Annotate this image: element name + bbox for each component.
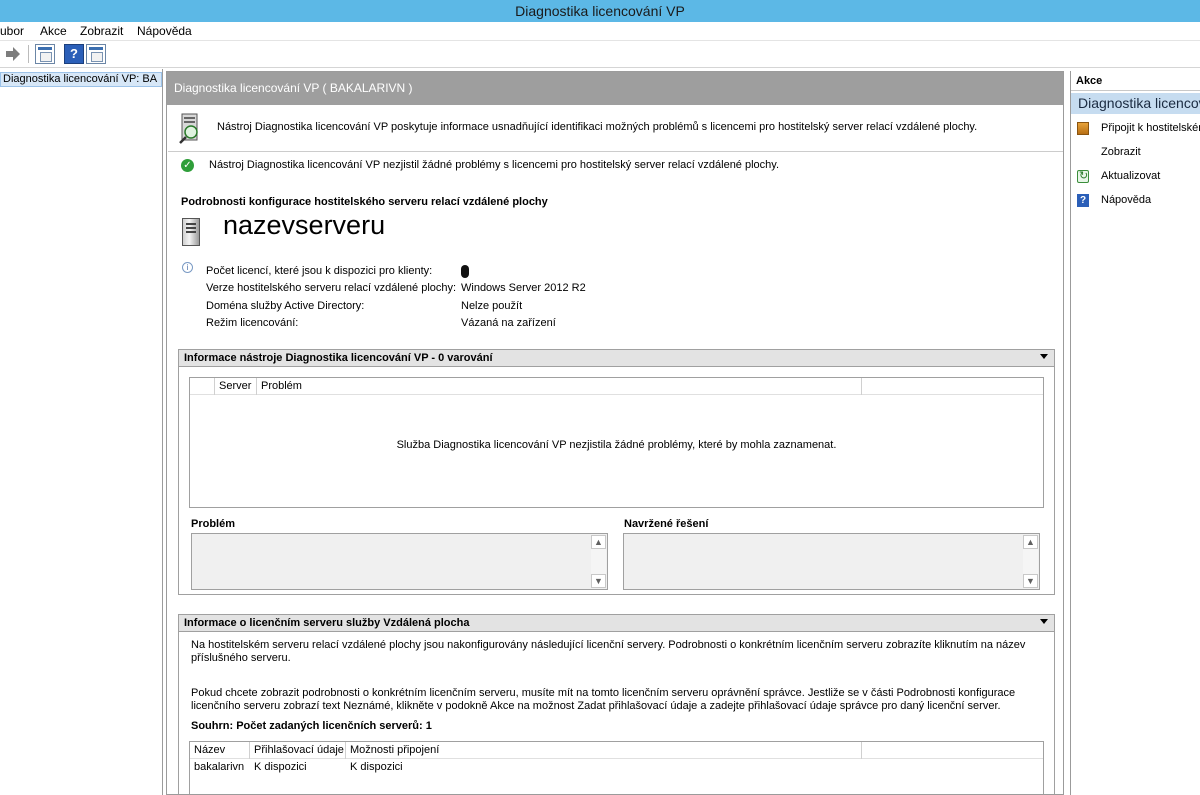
actions-pane: Akce Diagnostika licencování VP Připojit… — [1070, 71, 1200, 795]
row-name[interactable]: bakalarivn — [194, 761, 244, 773]
detail-label-domain: Doména služby Active Directory: — [206, 300, 365, 312]
help-icon: ? — [1077, 194, 1089, 207]
license-grid: Název Přihlašovací údaje Možnosti připoj… — [189, 741, 1044, 794]
server-icon — [182, 218, 200, 246]
help-icon[interactable]: ? — [64, 44, 84, 64]
row-credentials: K dispozici — [254, 761, 307, 773]
detail-value-version: Windows Server 2012 R2 — [461, 282, 586, 294]
grid-col-connection[interactable]: Možnosti připojení — [346, 742, 862, 759]
show-hide-console-tree-icon[interactable] — [35, 44, 55, 64]
table-row[interactable]: bakalarivn K dispozici K dispozici — [190, 761, 1043, 776]
actions-header: Akce — [1071, 71, 1200, 91]
license-section-header[interactable]: Informace o licenčním serveru služby Vzd… — [179, 615, 1054, 632]
action-connect[interactable]: Připojit k hostitelskému serveru — [1071, 118, 1200, 140]
grid-col-problem[interactable]: Problém — [257, 378, 862, 395]
grid-col-server[interactable]: Server — [215, 378, 257, 395]
detail-label-licenses: Počet licencí, které jsou k dispozici pr… — [206, 265, 433, 277]
license-grid-header: Název Přihlašovací údaje Možnosti připoj… — [190, 742, 1043, 759]
collapse-caret-icon[interactable] — [1040, 619, 1048, 624]
description-bar: Nástroj Diagnostika licencování VP posky… — [168, 108, 1063, 152]
menu-bar: ubor Akce Zobrazit Nápověda — [0, 22, 1200, 41]
action-refresh[interactable]: Aktualizovat — [1071, 166, 1200, 188]
description-text: Nástroj Diagnostika licencování VP posky… — [217, 121, 978, 133]
grid-col-name[interactable]: Název — [190, 742, 250, 759]
diagnostics-grid-header: Server Problém — [190, 378, 1043, 395]
scroll-down-icon[interactable]: ▼ — [591, 574, 606, 588]
show-hide-action-pane-icon[interactable] — [86, 44, 106, 64]
scroll-up-icon[interactable]: ▲ — [591, 535, 606, 549]
detail-label-mode: Režim licencování: — [206, 317, 299, 329]
title-bar: Diagnostika licencování VP — [0, 0, 1200, 22]
problem-scrollbar[interactable]: ▲ ▼ — [591, 535, 606, 588]
menu-action[interactable]: Akce — [40, 24, 67, 38]
license-para-1: Na hostitelském serveru relací vzdálené … — [191, 639, 1026, 664]
problem-label: Problém — [191, 518, 236, 530]
solution-scrollbar[interactable]: ▲ ▼ — [1023, 535, 1038, 588]
center-header: Diagnostika licencování VP ( BAKALARIVN … — [167, 72, 1063, 105]
detail-value-mode: Vázaná na zařízení — [461, 317, 556, 329]
menu-file[interactable]: ubor — [0, 24, 24, 38]
menu-help[interactable]: Nápověda — [137, 24, 192, 38]
detail-value-domain: Nelze použít — [461, 300, 523, 312]
center-pane: Diagnostika licencování VP ( BAKALARIVN … — [166, 71, 1064, 795]
refresh-icon — [1077, 169, 1089, 183]
problem-textbox[interactable]: ▲ ▼ — [191, 533, 608, 590]
action-help-label: Nápověda — [1101, 194, 1152, 206]
diagnostics-section-header[interactable]: Informace nástroje Diagnostika licencová… — [179, 350, 1054, 367]
actions-group-title[interactable]: Diagnostika licencování VP — [1071, 93, 1200, 114]
detail-label-version: Verze hostitelského serveru relací vzdál… — [206, 282, 457, 294]
connect-icon — [1077, 122, 1089, 135]
window-title: Diagnostika licencování VP — [515, 3, 685, 19]
status-text: Nástroj Diagnostika licencování VP nezji… — [209, 159, 780, 171]
action-help[interactable]: ? Nápověda — [1071, 190, 1200, 212]
info-icon: i — [182, 262, 193, 273]
diagnostics-empty-message: Služba Diagnostika licencování VP nezjis… — [396, 439, 837, 451]
collapse-caret-icon[interactable] — [1040, 354, 1048, 359]
action-refresh-label: Aktualizovat — [1101, 170, 1161, 182]
diagnostics-section-title: Informace nástroje Diagnostika licencová… — [184, 352, 493, 364]
server-name: nazevserveru — [223, 210, 386, 240]
solution-label: Navržené řešení — [624, 518, 709, 530]
grid-col-marker — [190, 378, 215, 395]
toolbar: ? — [0, 41, 1200, 68]
scroll-up-icon[interactable]: ▲ — [1023, 535, 1038, 549]
check-ok-icon: ✓ — [181, 159, 194, 172]
console-tree: Diagnostika licencování VP: BA — [0, 69, 163, 795]
grid-col-credentials[interactable]: Přihlašovací údaje — [250, 742, 346, 759]
toolbar-separator — [28, 45, 29, 63]
diagnostics-grid: Server Problém Služba Diagnostika licenc… — [189, 377, 1044, 508]
diagnostics-tool-icon — [179, 113, 201, 145]
redacted-value — [461, 265, 469, 278]
action-view-label: Zobrazit — [1101, 146, 1141, 158]
action-connect-label: Připojit k hostitelskému serveru — [1101, 122, 1200, 134]
license-section-title: Informace o licenčním serveru služby Vzd… — [184, 617, 470, 629]
row-connection: K dispozici — [350, 761, 403, 773]
scroll-down-icon[interactable]: ▼ — [1023, 574, 1038, 588]
tree-item-diagnostics[interactable]: Diagnostika licencování VP: BA — [0, 72, 162, 87]
license-para-2: Pokud chcete zobrazit podrobnosti o konk… — [191, 687, 1016, 712]
forward-arrow-icon[interactable] — [4, 45, 22, 63]
menu-view[interactable]: Zobrazit — [80, 24, 123, 38]
license-server-section: Informace o licenčním serveru služby Vzd… — [178, 614, 1055, 794]
solution-textbox[interactable]: ▲ ▼ — [623, 533, 1040, 590]
config-title: Podrobnosti konfigurace hostitelského se… — [181, 196, 548, 208]
diagnostics-section: Informace nástroje Diagnostika licencová… — [178, 349, 1055, 595]
license-summary: Souhrn: Počet zadaných licenčních server… — [191, 720, 432, 732]
action-view[interactable]: Zobrazit — [1071, 142, 1200, 164]
